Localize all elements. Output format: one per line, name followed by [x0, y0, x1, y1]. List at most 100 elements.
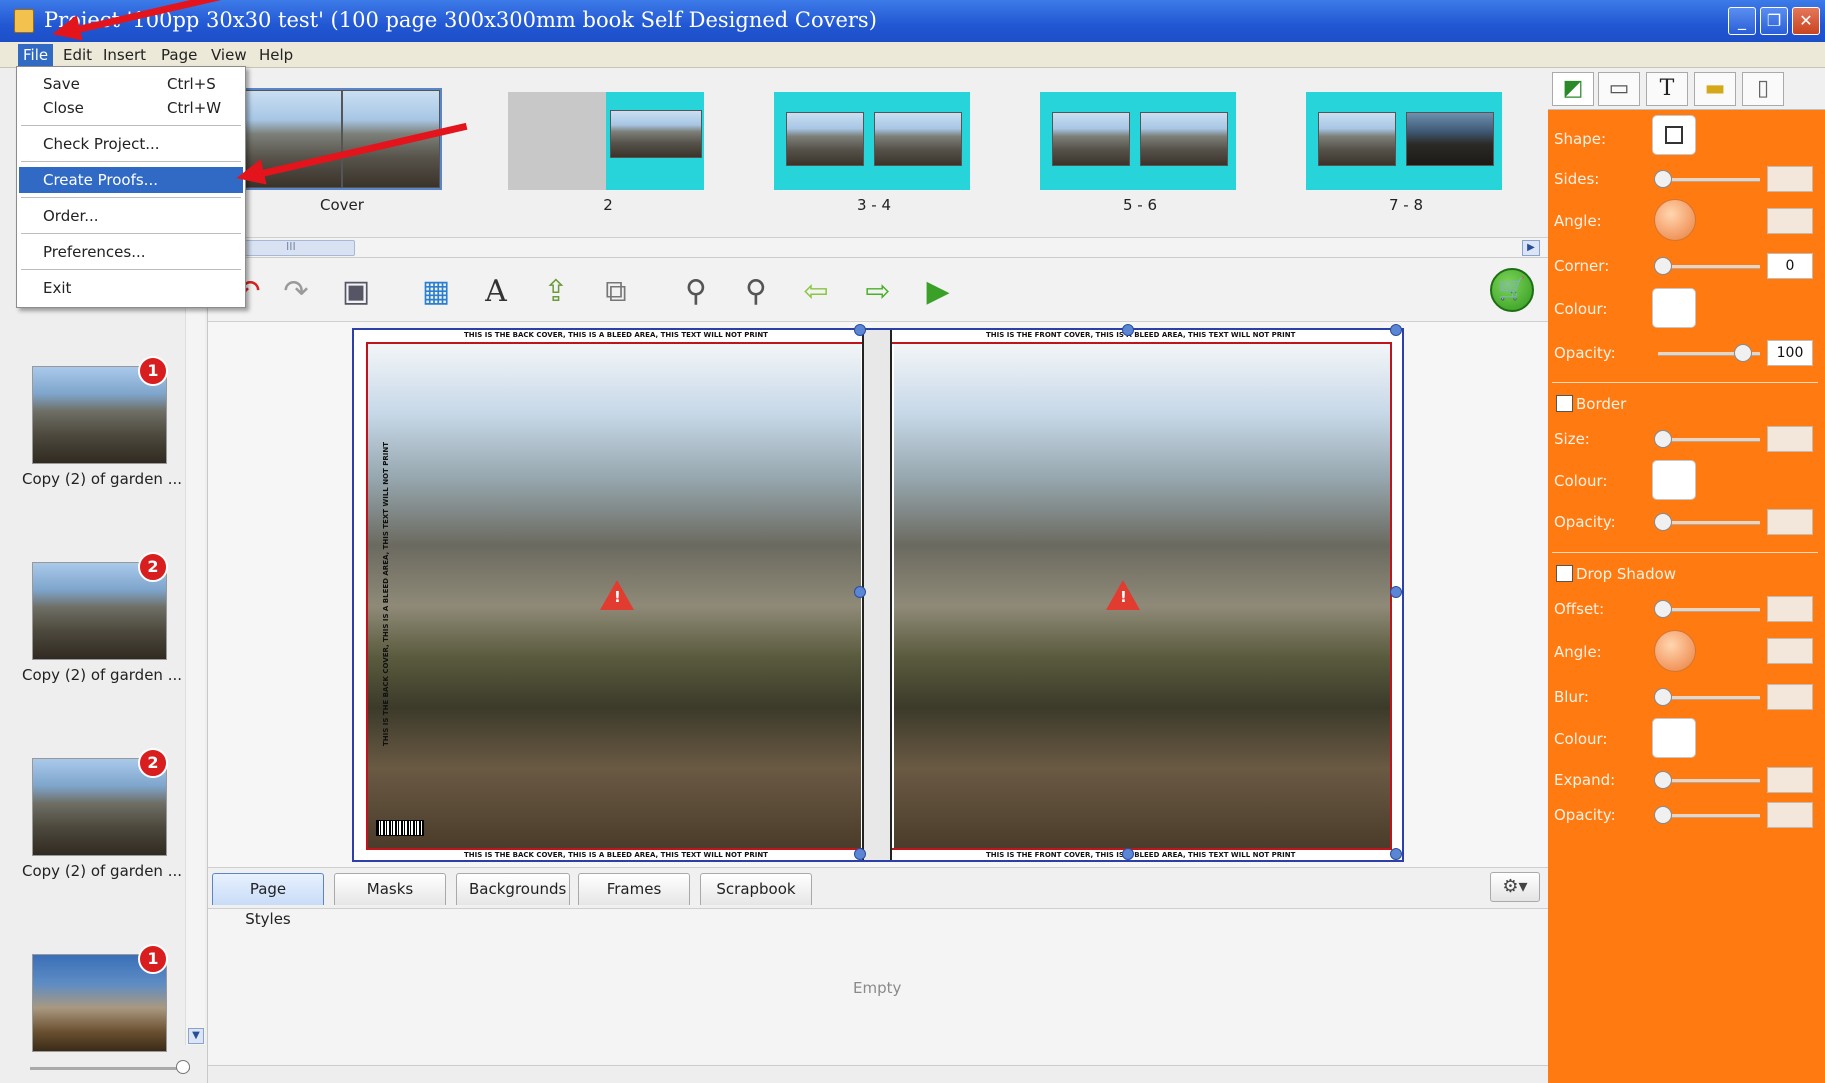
- shadow-expand-slider[interactable]: [1658, 779, 1760, 783]
- tab-masks[interactable]: Masks: [334, 873, 446, 905]
- shadow-opacity-slider[interactable]: [1658, 814, 1760, 818]
- resize-handle[interactable]: [1122, 848, 1134, 860]
- menu-separator: [21, 233, 241, 234]
- resize-handle[interactable]: [1390, 848, 1402, 860]
- thumb-size-knob[interactable]: [176, 1060, 190, 1074]
- border-size-slider-knob[interactable]: [1654, 430, 1672, 448]
- gear-icon[interactable]: ⚙▾: [1490, 872, 1540, 902]
- shadow-offset-slider[interactable]: [1658, 608, 1760, 612]
- resize-handle[interactable]: [854, 848, 866, 860]
- ruler-icon[interactable]: ▬: [1694, 72, 1736, 106]
- frame-icon[interactable]: ▭: [1598, 72, 1640, 106]
- corner-slider[interactable]: [1658, 265, 1760, 269]
- menu-item-preferences[interactable]: Preferences...: [19, 239, 243, 265]
- shadow-expand-value[interactable]: [1767, 767, 1813, 793]
- menu-item-exit[interactable]: Exit: [19, 275, 243, 301]
- shadow-blur-slider-knob[interactable]: [1654, 688, 1672, 706]
- shadow-blur-value[interactable]: [1767, 684, 1813, 710]
- thumb-size-slider[interactable]: [30, 1067, 190, 1070]
- menu-view[interactable]: View: [206, 44, 252, 66]
- resize-handle[interactable]: [1390, 324, 1402, 336]
- tab-scrapbook[interactable]: Scrapbook: [700, 873, 812, 905]
- menu-page[interactable]: Page: [156, 44, 202, 66]
- previous-page-icon[interactable]: ⇦: [796, 272, 836, 312]
- border-opacity-slider[interactable]: [1658, 521, 1760, 525]
- shadow-opacity-slider-knob[interactable]: [1654, 806, 1672, 824]
- angle-value[interactable]: [1767, 208, 1813, 234]
- menu-item-close[interactable]: Close Ctrl+W: [19, 95, 243, 121]
- scroll-down-icon[interactable]: ▼: [188, 1028, 204, 1044]
- shape-icon[interactable]: ◩: [1552, 72, 1594, 106]
- styles-scrollbar[interactable]: [208, 1065, 1548, 1083]
- add-photo-icon[interactable]: ▦: [416, 272, 456, 312]
- menu-item-order[interactable]: Order...: [19, 203, 243, 229]
- resize-handle[interactable]: [854, 586, 866, 598]
- menu-edit[interactable]: Edit: [58, 44, 97, 66]
- sides-slider[interactable]: [1658, 178, 1760, 182]
- border-opacity-value[interactable]: [1767, 509, 1813, 535]
- zoom-in-icon[interactable]: ⚲: [736, 272, 776, 312]
- drop-shadow-checkbox[interactable]: [1556, 565, 1573, 582]
- scroll-right-icon[interactable]: ▶: [1522, 240, 1540, 256]
- close-window-button[interactable]: ✕: [1792, 7, 1820, 35]
- corner-slider-knob[interactable]: [1654, 257, 1672, 275]
- shadow-angle-value[interactable]: [1767, 638, 1813, 664]
- page-icon[interactable]: ▯: [1742, 72, 1784, 106]
- warning-icon[interactable]: !: [1106, 580, 1140, 610]
- spread-thumb-2[interactable]: [508, 92, 708, 194]
- next-page-icon[interactable]: ⇨: [858, 272, 898, 312]
- resize-handle[interactable]: [1122, 324, 1134, 336]
- tab-backgrounds[interactable]: Backgrounds: [456, 873, 570, 905]
- border-opacity-slider-knob[interactable]: [1654, 513, 1672, 531]
- filmstrip-scroll-thumb[interactable]: III: [240, 240, 355, 256]
- corner-value[interactable]: 0: [1767, 253, 1813, 279]
- photo-list-scrollbar[interactable]: [185, 300, 205, 1045]
- border-colour-swatch[interactable]: [1652, 460, 1696, 500]
- cart-icon[interactable]: 🛒: [1490, 268, 1534, 312]
- menu-help[interactable]: Help: [254, 44, 298, 66]
- save-icon[interactable]: ▣: [336, 272, 376, 312]
- shape-selector[interactable]: [1652, 115, 1696, 155]
- cover-spread-canvas[interactable]: THIS IS THE BACK COVER, THIS IS A BLEED …: [352, 324, 1404, 862]
- border-checkbox[interactable]: [1556, 395, 1573, 412]
- shadow-blur-slider[interactable]: [1658, 696, 1760, 700]
- opacity-slider-knob[interactable]: [1734, 344, 1752, 362]
- sides-value[interactable]: [1767, 166, 1813, 192]
- tab-page-styles[interactable]: Page Styles: [212, 873, 324, 928]
- spread-thumb-5-6[interactable]: [1040, 92, 1240, 194]
- menu-item-save[interactable]: Save Ctrl+S: [19, 71, 243, 97]
- restore-button[interactable]: ❐: [1760, 7, 1788, 35]
- replace-icon[interactable]: ⧉: [596, 272, 636, 312]
- menu-item-create-proofs[interactable]: Create Proofs...: [19, 167, 243, 193]
- menu-item-check-project[interactable]: Check Project...: [19, 131, 243, 157]
- zoom-out-icon[interactable]: ⚲: [676, 272, 716, 312]
- menu-separator: [21, 125, 241, 126]
- shadow-offset-slider-knob[interactable]: [1654, 600, 1672, 618]
- shadow-expand-slider-knob[interactable]: [1654, 771, 1672, 789]
- resize-handle[interactable]: [1390, 586, 1402, 598]
- import-icon[interactable]: ⇪: [536, 272, 576, 312]
- sides-slider-knob[interactable]: [1654, 170, 1672, 188]
- filmstrip-scrollbar[interactable]: [208, 238, 1548, 258]
- spread-thumb-3-4[interactable]: [774, 92, 974, 194]
- opacity-value[interactable]: 100: [1767, 340, 1813, 366]
- text-icon[interactable]: T: [1646, 72, 1688, 106]
- border-size-value[interactable]: [1767, 426, 1813, 452]
- colour-swatch[interactable]: [1652, 288, 1696, 328]
- spread-thumb-7-8[interactable]: [1306, 92, 1506, 194]
- shadow-angle-dial[interactable]: [1654, 630, 1696, 672]
- minimize-button[interactable]: _: [1728, 7, 1756, 35]
- resize-handle[interactable]: [854, 324, 866, 336]
- menu-file[interactable]: File: [18, 44, 54, 66]
- angle-dial[interactable]: [1654, 199, 1696, 241]
- play-icon[interactable]: ▶: [918, 272, 958, 312]
- shadow-opacity-value[interactable]: [1767, 802, 1813, 828]
- menu-insert[interactable]: Insert: [98, 44, 151, 66]
- border-size-slider[interactable]: [1658, 438, 1760, 442]
- redo-icon[interactable]: ↷: [276, 272, 316, 312]
- add-text-icon[interactable]: A: [476, 272, 516, 312]
- shadow-colour-swatch[interactable]: [1652, 718, 1696, 758]
- tab-frames[interactable]: Frames: [578, 873, 690, 905]
- shadow-offset-value[interactable]: [1767, 596, 1813, 622]
- warning-icon[interactable]: !: [600, 580, 634, 610]
